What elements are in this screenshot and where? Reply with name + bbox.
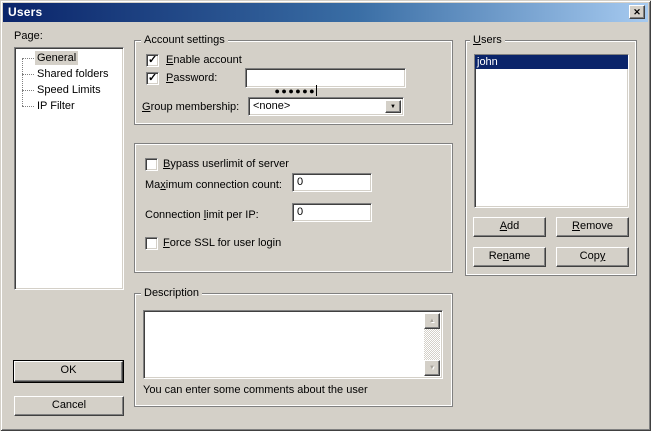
add-button[interactable]: Add: [473, 217, 546, 237]
scroll-up-button[interactable]: ▲: [424, 313, 440, 329]
page-label: Page:: [14, 30, 43, 43]
group-membership-value: <none>: [253, 100, 290, 113]
remove-button-label: Remove: [557, 218, 628, 235]
users-group: Users john Add Remove Rename Copy: [465, 40, 637, 276]
force-ssl-checkbox[interactable]: [145, 237, 158, 250]
scroll-track[interactable]: [424, 329, 440, 360]
add-button-label: Add: [474, 218, 545, 235]
close-icon: ✕: [630, 6, 644, 18]
tree-branch-line: [22, 106, 34, 107]
description-group: Description ▲ ▼ You can enter some comme…: [134, 293, 453, 407]
scroll-down-icon: ▼: [425, 361, 439, 375]
password-checkbox[interactable]: ✓: [146, 72, 159, 85]
cancel-button[interactable]: Cancel: [14, 396, 124, 416]
connection-limit-per-ip-value: 0: [297, 206, 303, 219]
tree-item-shared-folders[interactable]: Shared folders: [15, 66, 123, 82]
description-hint: You can enter some comments about the us…: [143, 384, 368, 397]
rename-button[interactable]: Rename: [473, 247, 546, 267]
users-dialog: Users ✕ Page: General Shared folders Spe…: [0, 0, 651, 431]
connection-settings-group: Bypass userlimit of server Maximum conne…: [134, 143, 453, 273]
maximum-connection-count-label: Maximum connection count:: [145, 179, 282, 192]
title-bar: Users ✕: [3, 3, 648, 22]
vertical-scrollbar[interactable]: ▲ ▼: [424, 313, 440, 376]
chevron-down-icon: ▼: [386, 101, 400, 114]
connection-limit-per-ip-input[interactable]: 0: [292, 203, 372, 222]
scroll-down-button[interactable]: ▼: [424, 360, 440, 376]
description-group-title: Description: [141, 287, 202, 300]
tree-branch-line: [22, 90, 34, 91]
maximum-connection-count-value: 0: [297, 176, 303, 189]
window-title: Users: [8, 3, 42, 22]
ok-button[interactable]: OK: [13, 360, 124, 383]
checkmark-icon: ✓: [148, 72, 157, 85]
account-settings-group-title: Account settings: [141, 34, 228, 47]
group-membership-select[interactable]: <none> ▼: [248, 97, 404, 116]
description-textarea[interactable]: ▲ ▼: [143, 310, 443, 379]
scroll-up-icon: ▲: [425, 314, 439, 328]
users-listbox[interactable]: john: [474, 54, 629, 208]
tree-item-ip-filter[interactable]: IP Filter: [15, 98, 123, 114]
close-button[interactable]: ✕: [629, 5, 645, 19]
force-ssl-label[interactable]: Force SSL for user login: [163, 237, 281, 250]
cancel-button-label: Cancel: [15, 397, 123, 414]
combo-dropdown-button[interactable]: ▼: [385, 100, 401, 113]
password-masked-value: ●●●●●●: [274, 86, 316, 96]
tree-item-general[interactable]: General: [15, 50, 123, 66]
enable-account-checkbox[interactable]: ✓: [146, 54, 159, 67]
password-label[interactable]: Password:: [166, 72, 217, 85]
tree-branch-line: [22, 58, 34, 59]
connection-limit-per-ip-label: Connection limit per IP:: [145, 209, 259, 222]
copy-button-label: Copy: [557, 248, 628, 265]
user-name: john: [477, 56, 498, 68]
maximum-connection-count-input[interactable]: 0: [292, 173, 372, 192]
users-group-title: Users: [470, 34, 505, 47]
bypass-userlimit-checkbox[interactable]: [145, 158, 158, 171]
checkmark-icon: ✓: [148, 54, 157, 67]
user-list-item[interactable]: john: [475, 55, 628, 69]
tree-item-speed-limits[interactable]: Speed Limits: [15, 82, 123, 98]
copy-button[interactable]: Copy: [556, 247, 629, 267]
tree-branch-line: [22, 74, 34, 75]
remove-button[interactable]: Remove: [556, 217, 629, 237]
rename-button-label: Rename: [474, 248, 545, 265]
text-cursor: [316, 85, 317, 96]
password-input[interactable]: ●●●●●●: [245, 68, 406, 88]
page-tree[interactable]: General Shared folders Speed Limits IP F…: [14, 47, 124, 290]
enable-account-label[interactable]: Enable account: [166, 54, 242, 67]
group-membership-label: Group membership:: [142, 101, 239, 114]
account-settings-group: Account settings ✓ Enable account ✓ Pass…: [134, 40, 453, 125]
ok-button-label: OK: [15, 362, 122, 379]
bypass-userlimit-label[interactable]: Bypass userlimit of server: [163, 158, 289, 171]
